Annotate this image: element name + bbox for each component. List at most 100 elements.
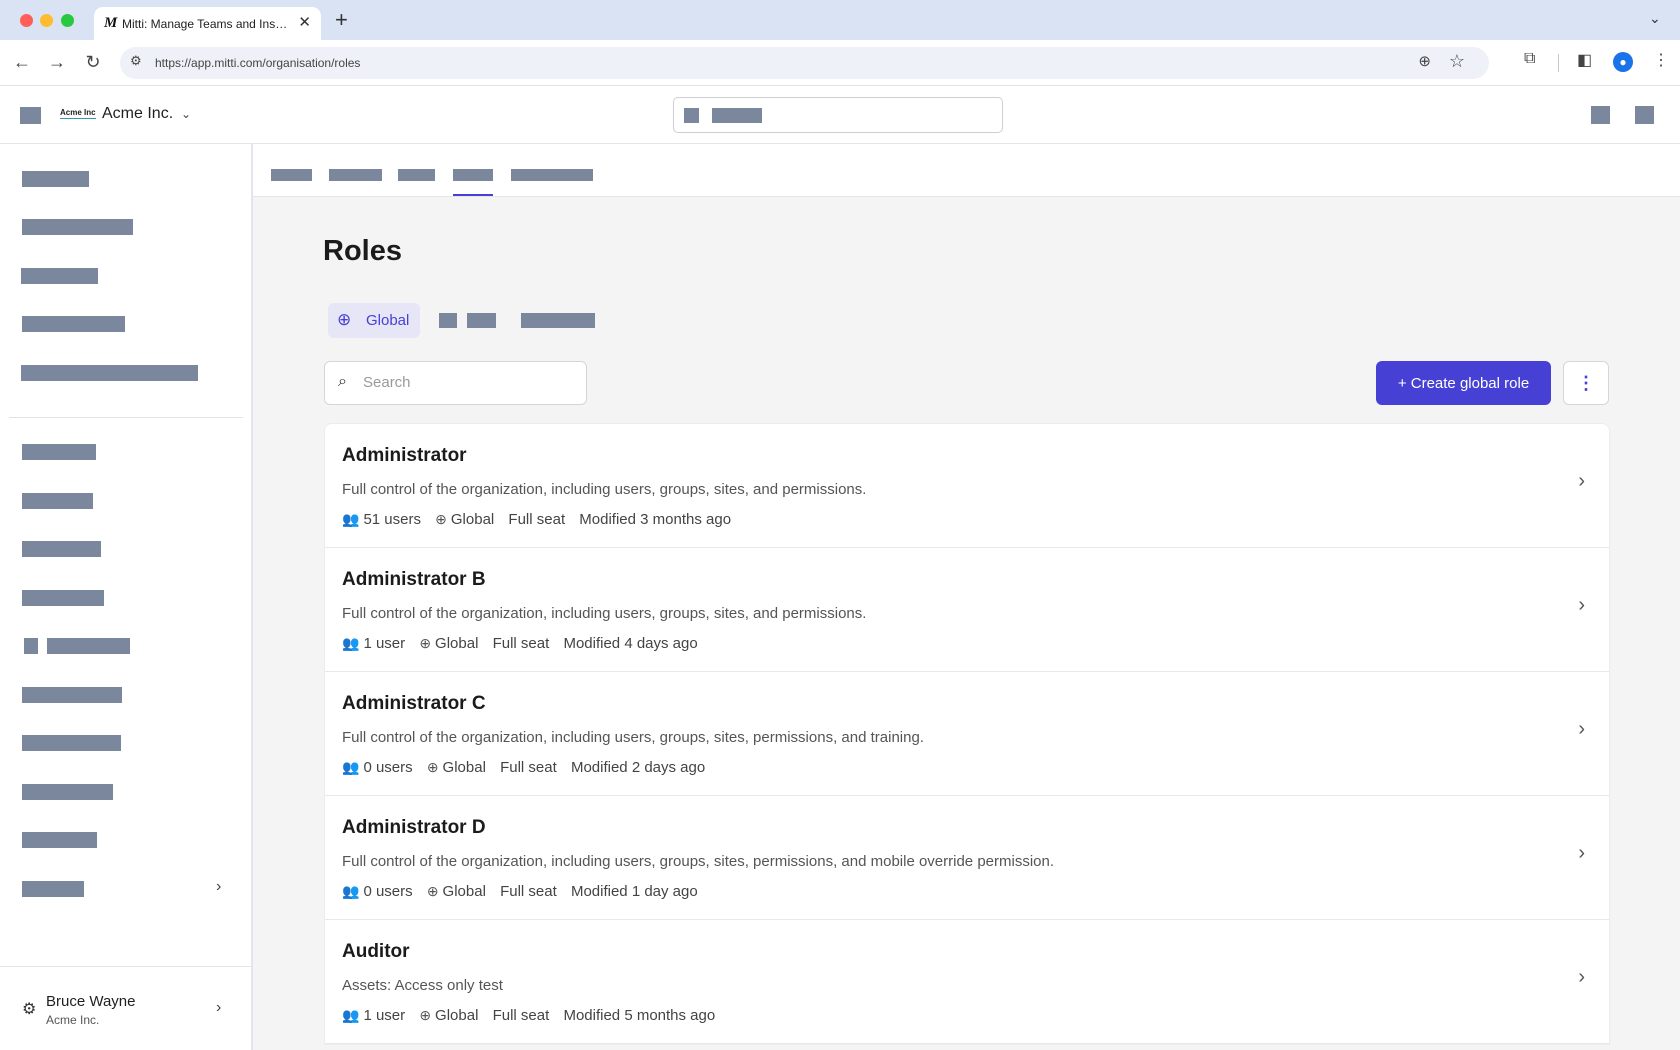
chevron-right-icon[interactable]: › — [1578, 594, 1585, 617]
sidebar-item-2[interactable] — [22, 219, 133, 235]
menu-toggle-icon[interactable] — [20, 107, 41, 124]
reload-icon[interactable]: ↻ — [80, 49, 106, 75]
globe-icon: ⊕ — [419, 635, 432, 651]
list-item[interactable]: Administrator B Full control of the orga… — [325, 548, 1609, 672]
help-icon[interactable] — [1591, 106, 1610, 124]
more-options-icon[interactable]: ⋮ — [1563, 361, 1609, 405]
scope-tab-2[interactable] — [467, 313, 496, 328]
sidebar-item-10-icon — [24, 638, 38, 654]
org-logo: Acme Inc — [60, 108, 96, 119]
zoom-icon[interactable]: ⊕ — [1418, 52, 1431, 70]
role-name: Administrator — [342, 445, 467, 466]
window-close-button[interactable] — [20, 14, 33, 27]
role-modified: Modified 5 months ago — [563, 1007, 716, 1024]
window-maximize-button[interactable] — [61, 14, 74, 27]
window-minimize-button[interactable] — [40, 14, 53, 27]
role-modified: Modified 1 day ago — [570, 883, 698, 900]
scope-tab-global[interactable]: ⊕ Global — [328, 303, 420, 338]
role-description: Assets: Access only test — [342, 977, 503, 994]
tab-1[interactable] — [271, 169, 312, 181]
chevron-right-icon[interactable]: › — [1578, 718, 1585, 741]
profile-avatar-icon[interactable]: ● — [1613, 52, 1633, 72]
sidebar-item-14[interactable] — [22, 832, 97, 848]
browser-tab-active[interactable]: M Mitti: Manage Teams and Inspect... ✕ — [94, 7, 321, 40]
tab-5[interactable] — [511, 169, 593, 181]
chevron-right-icon[interactable]: › — [1578, 842, 1585, 865]
role-description: Full control of the organization, includ… — [342, 605, 867, 622]
sidebar-user-menu[interactable]: ⚙ Bruce Wayne Acme Inc. › — [0, 966, 252, 1050]
role-user-count: 1 user — [363, 635, 406, 652]
sidebar-item-3[interactable] — [21, 268, 98, 284]
sidebar-item-1[interactable] — [22, 171, 89, 187]
sidebar-item-9[interactable] — [22, 590, 104, 606]
users-icon: 👥 — [342, 883, 360, 899]
back-arrow-icon[interactable]: ← — [9, 49, 35, 75]
forward-arrow-icon[interactable]: → — [44, 49, 70, 75]
address-bar[interactable]: ⚙ https://app.mitti.com/organisation/rol… — [120, 47, 1489, 79]
tab-search-chevron-icon[interactable]: ⌄ — [1649, 10, 1661, 27]
browser-menu-icon[interactable]: ⋮ — [1653, 50, 1669, 70]
sidebar-item-13[interactable] — [22, 784, 113, 800]
tab-2[interactable] — [329, 169, 382, 181]
bookmark-star-icon[interactable]: ☆ — [1449, 51, 1465, 72]
role-meta: 👥 0 users ⊕ Global Full seat Modified 2 da… — [342, 759, 715, 776]
active-tab-indicator — [453, 194, 493, 196]
extensions-icon[interactable]: ⧉ — [1524, 50, 1535, 68]
favicon-icon: M — [104, 15, 118, 31]
users-icon: 👥 — [342, 759, 360, 775]
side-panel-icon[interactable]: ◧ — [1577, 50, 1592, 70]
chevron-right-icon[interactable]: › — [216, 999, 221, 1017]
tab-3[interactable] — [398, 169, 435, 181]
chevron-right-icon[interactable]: › — [216, 878, 221, 896]
main-content: Roles ⊕ Global ⌕ + Create global role ⋮ … — [253, 144, 1680, 1050]
list-item[interactable]: Auditor Assets: Access only test 👥 1 user… — [325, 920, 1609, 1044]
page-title: Roles — [323, 235, 402, 267]
sidebar-item-11[interactable] — [22, 687, 122, 703]
role-seat: Full seat — [492, 635, 550, 652]
role-modified: Modified 3 months ago — [579, 511, 732, 528]
tab-roles[interactable] — [453, 169, 493, 181]
role-name: Auditor — [342, 941, 410, 962]
sidebar-item-7[interactable] — [22, 493, 93, 509]
globe-icon: ⊕ — [419, 1007, 432, 1023]
role-seat: Full seat — [492, 1007, 550, 1024]
role-meta: 👥 1 user ⊕ Global Full seat Modified 4 day… — [342, 635, 708, 652]
role-meta: 👥 1 user ⊕ Global Full seat Modified 5 mon… — [342, 1007, 725, 1024]
sidebar-item-10[interactable] — [47, 638, 130, 654]
browser-toolbar: ← → ↻ ⚙ https://app.mitti.com/organisati… — [0, 40, 1680, 86]
list-item[interactable]: Administrator D Full control of the orga… — [325, 796, 1609, 920]
role-scope: Global — [450, 511, 495, 528]
url-text[interactable]: https://app.mitti.com/organisation/roles — [155, 56, 360, 70]
role-list: Administrator Full control of the organi… — [324, 423, 1610, 1045]
search-input[interactable] — [363, 374, 573, 391]
role-search[interactable]: ⌕ — [324, 361, 587, 405]
site-settings-icon[interactable]: ⚙ — [130, 53, 142, 69]
list-item[interactable]: Administrator Full control of the organi… — [325, 424, 1609, 548]
sidebar-item-15[interactable] — [22, 881, 84, 897]
sidebar-item-8[interactable] — [22, 541, 101, 557]
sidebar-item-4[interactable] — [22, 316, 125, 332]
new-tab-button[interactable]: + — [335, 7, 348, 33]
close-tab-icon[interactable]: ✕ — [298, 13, 311, 31]
role-user-count: 0 users — [363, 883, 413, 900]
list-item[interactable]: Administrator C Full control of the orga… — [325, 672, 1609, 796]
globe-icon: ⊕ — [337, 310, 352, 329]
gear-icon: ⚙ — [22, 1001, 37, 1018]
scope-tab-3[interactable] — [521, 313, 595, 328]
sidebar-item-5[interactable] — [21, 365, 198, 381]
chevron-right-icon[interactable]: › — [1578, 470, 1585, 493]
user-name: Bruce Wayne — [46, 993, 136, 1010]
search-icon: ⌕ — [338, 373, 347, 390]
chevron-right-icon[interactable]: › — [1578, 966, 1585, 989]
sidebar-item-12[interactable] — [22, 735, 121, 751]
tab-title: Mitti: Manage Teams and Inspect... — [122, 17, 292, 31]
create-global-role-button[interactable]: + Create global role — [1376, 361, 1551, 405]
role-name: Administrator D — [342, 817, 486, 838]
role-description: Full control of the organization, includ… — [342, 481, 867, 498]
notifications-icon[interactable] — [1635, 106, 1654, 124]
org-switcher[interactable]: Acme Inc. — [102, 105, 173, 123]
sidebar-item-6[interactable] — [22, 444, 96, 460]
chevron-down-icon[interactable]: ⌄ — [181, 107, 191, 121]
role-meta: 👥 0 users ⊕ Global Full seat Modified 1 da… — [342, 883, 708, 900]
global-search[interactable] — [673, 97, 1003, 133]
